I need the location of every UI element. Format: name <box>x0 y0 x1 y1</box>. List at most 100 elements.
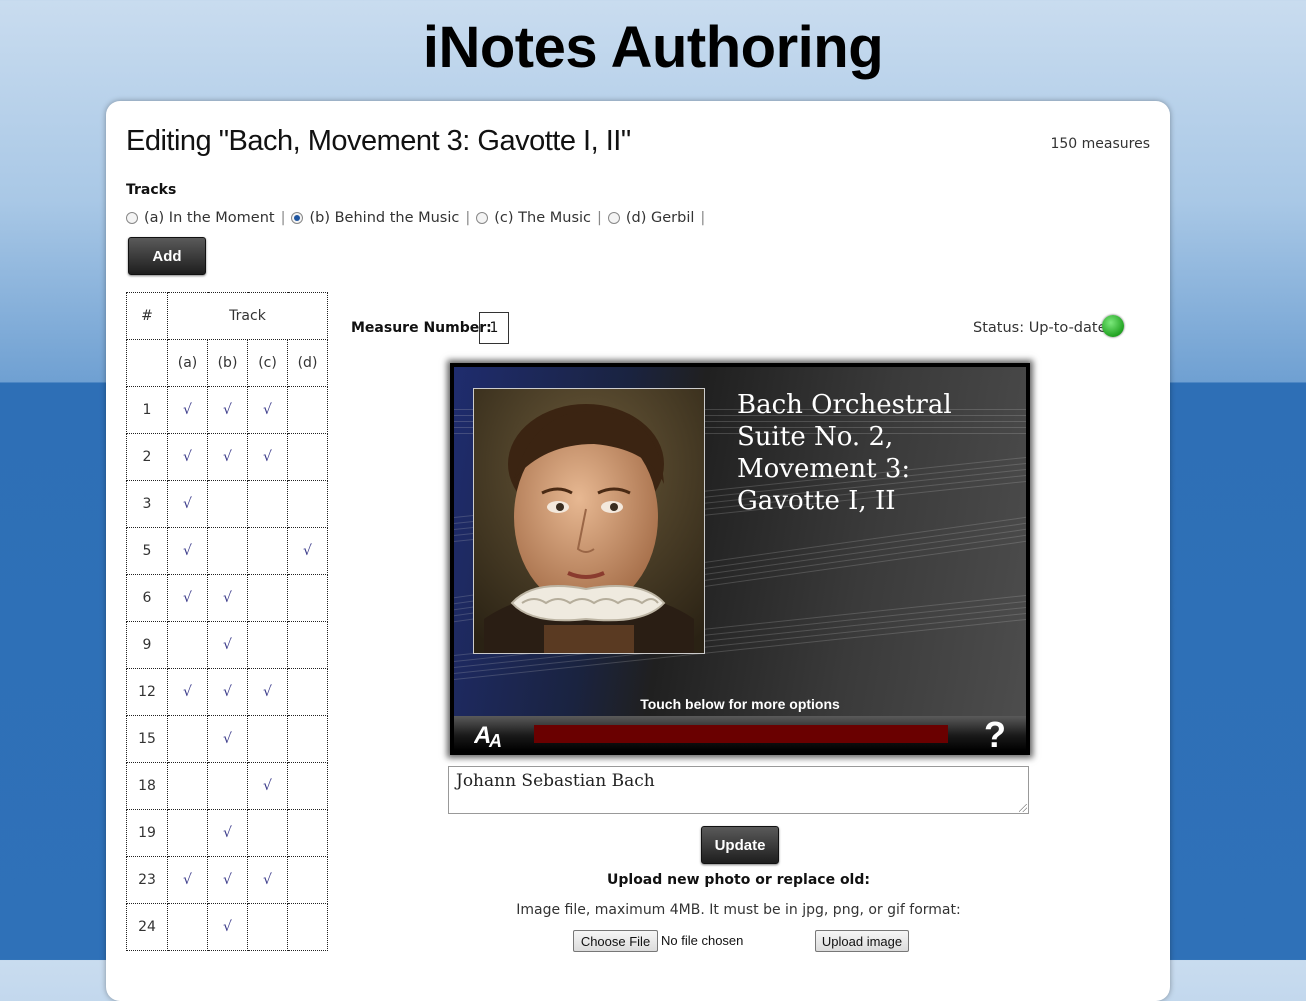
track-cell-c[interactable] <box>247 809 288 857</box>
table-row[interactable]: 19 √ <box>126 809 328 857</box>
table-row[interactable]: 9 √ <box>126 621 328 669</box>
track-cell-d[interactable] <box>287 903 328 951</box>
measure-number-cell[interactable]: 2 <box>126 433 168 481</box>
track-cell-a[interactable] <box>167 762 208 810</box>
upload-heading: Upload new photo or replace old: <box>607 872 870 888</box>
measure-number-cell[interactable]: 18 <box>126 762 168 810</box>
track-radio-group: (a) In the Moment | (b) Behind the Music | (… <box>126 210 711 226</box>
track-cell-a[interactable]: √ <box>167 856 208 904</box>
track-cell-b[interactable]: √ <box>207 809 248 857</box>
track-cell-b[interactable] <box>207 480 248 528</box>
table-row[interactable]: 1 √ √ √ <box>126 386 328 434</box>
track-cell-b[interactable]: √ <box>207 621 248 669</box>
help-icon[interactable]: ? <box>984 714 1006 756</box>
track-cell-a[interactable]: √ <box>167 433 208 481</box>
track-cell-d[interactable] <box>287 386 328 434</box>
measure-number-cell[interactable]: 19 <box>126 809 168 857</box>
track-cell-a[interactable]: √ <box>167 480 208 528</box>
track-cell-c[interactable] <box>247 574 288 622</box>
track-cell-d[interactable] <box>287 809 328 857</box>
check-mark-icon: √ <box>223 590 232 606</box>
column-header-blank <box>126 339 168 387</box>
radio-button[interactable] <box>607 212 620 224</box>
track-option[interactable]: (d) Gerbil <box>607 210 694 226</box>
track-cell-d[interactable] <box>287 715 328 763</box>
table-row[interactable]: 5 √ √ <box>126 527 328 575</box>
table-row[interactable]: 24 √ <box>126 903 328 951</box>
track-cell-b[interactable]: √ <box>207 856 248 904</box>
track-cell-c[interactable]: √ <box>247 668 288 716</box>
track-cell-c[interactable]: √ <box>247 762 288 810</box>
table-row[interactable]: 12 √ √ √ <box>126 668 328 716</box>
track-cell-c[interactable]: √ <box>247 386 288 434</box>
measure-number-cell[interactable]: 15 <box>126 715 168 763</box>
measure-number-cell[interactable]: 23 <box>126 856 168 904</box>
track-cell-d[interactable] <box>287 621 328 669</box>
preview-stage[interactable]: Bach Orchestral Suite No. 2, Movement 3:… <box>454 367 1026 716</box>
table-row[interactable]: 15 √ <box>126 715 328 763</box>
radio-button[interactable] <box>126 212 138 224</box>
status-indicator-icon <box>1102 315 1124 337</box>
table-row[interactable]: 6 √ √ <box>126 574 328 622</box>
resize-handle-icon[interactable] <box>1019 804 1027 812</box>
track-cell-b[interactable]: √ <box>207 386 248 434</box>
track-cell-c[interactable] <box>247 621 288 669</box>
track-option[interactable]: (a) In the Moment <box>126 210 275 226</box>
caption-textarea[interactable]: Johann Sebastian Bach <box>448 766 1029 814</box>
track-cell-a[interactable]: √ <box>167 574 208 622</box>
track-cell-c[interactable] <box>247 903 288 951</box>
track-cell-d[interactable] <box>287 856 328 904</box>
track-cell-d[interactable] <box>287 668 328 716</box>
measure-number-cell[interactable]: 9 <box>126 621 168 669</box>
add-track-button[interactable]: Add <box>128 237 206 275</box>
table-row[interactable]: 2 √ √ √ <box>126 433 328 481</box>
font-size-icon[interactable]: A A <box>473 719 508 754</box>
radio-button[interactable] <box>476 212 489 224</box>
playback-progress-bar[interactable] <box>534 725 948 743</box>
upload-image-button[interactable]: Upload image <box>815 930 909 952</box>
measure-number-cell[interactable]: 1 <box>126 386 168 434</box>
track-cell-b[interactable]: √ <box>207 903 248 951</box>
track-cell-a[interactable] <box>167 903 208 951</box>
track-cell-b[interactable]: √ <box>207 668 248 716</box>
track-cell-a[interactable]: √ <box>167 527 208 575</box>
track-cell-c[interactable] <box>247 527 288 575</box>
track-cell-c[interactable] <box>247 480 288 528</box>
track-cell-d[interactable] <box>287 762 328 810</box>
choose-file-button[interactable]: Choose File <box>573 930 658 952</box>
measure-number-cell[interactable]: 5 <box>126 527 168 575</box>
track-cell-a[interactable] <box>167 621 208 669</box>
track-cell-d[interactable] <box>287 480 328 528</box>
track-cell-a[interactable]: √ <box>167 668 208 716</box>
radio-button[interactable] <box>291 212 304 224</box>
preview-toolbar: A A ? <box>454 714 1026 755</box>
track-cell-b[interactable]: √ <box>207 433 248 481</box>
table-row[interactable]: 3 √ <box>126 480 328 528</box>
track-cell-c[interactable] <box>247 715 288 763</box>
table-row[interactable]: 23 √ √ √ <box>126 856 328 904</box>
track-cell-d[interactable] <box>287 574 328 622</box>
measure-number-cell[interactable]: 24 <box>126 903 168 951</box>
measure-number-cell[interactable]: 12 <box>126 668 168 716</box>
track-option[interactable]: (b) Behind the Music <box>291 210 459 226</box>
track-cell-c[interactable]: √ <box>247 433 288 481</box>
measure-number-cell[interactable]: 3 <box>126 480 168 528</box>
track-cell-b[interactable]: √ <box>207 574 248 622</box>
track-cell-d[interactable] <box>287 433 328 481</box>
check-mark-icon: √ <box>263 872 272 888</box>
track-separator: | <box>280 210 286 226</box>
track-option[interactable]: (c) The Music <box>476 210 591 226</box>
track-cell-c[interactable]: √ <box>247 856 288 904</box>
check-mark-icon: √ <box>183 684 192 700</box>
track-cell-b[interactable]: √ <box>207 715 248 763</box>
track-cell-a[interactable] <box>167 809 208 857</box>
track-cell-b[interactable] <box>207 762 248 810</box>
table-row[interactable]: 18 √ <box>126 762 328 810</box>
update-button[interactable]: Update <box>701 826 779 864</box>
track-cell-b[interactable] <box>207 527 248 575</box>
track-cell-a[interactable] <box>167 715 208 763</box>
measure-number-cell[interactable]: 6 <box>126 574 168 622</box>
measure-number-input[interactable]: 1 <box>479 312 509 344</box>
track-cell-a[interactable]: √ <box>167 386 208 434</box>
track-cell-d[interactable]: √ <box>287 527 328 575</box>
